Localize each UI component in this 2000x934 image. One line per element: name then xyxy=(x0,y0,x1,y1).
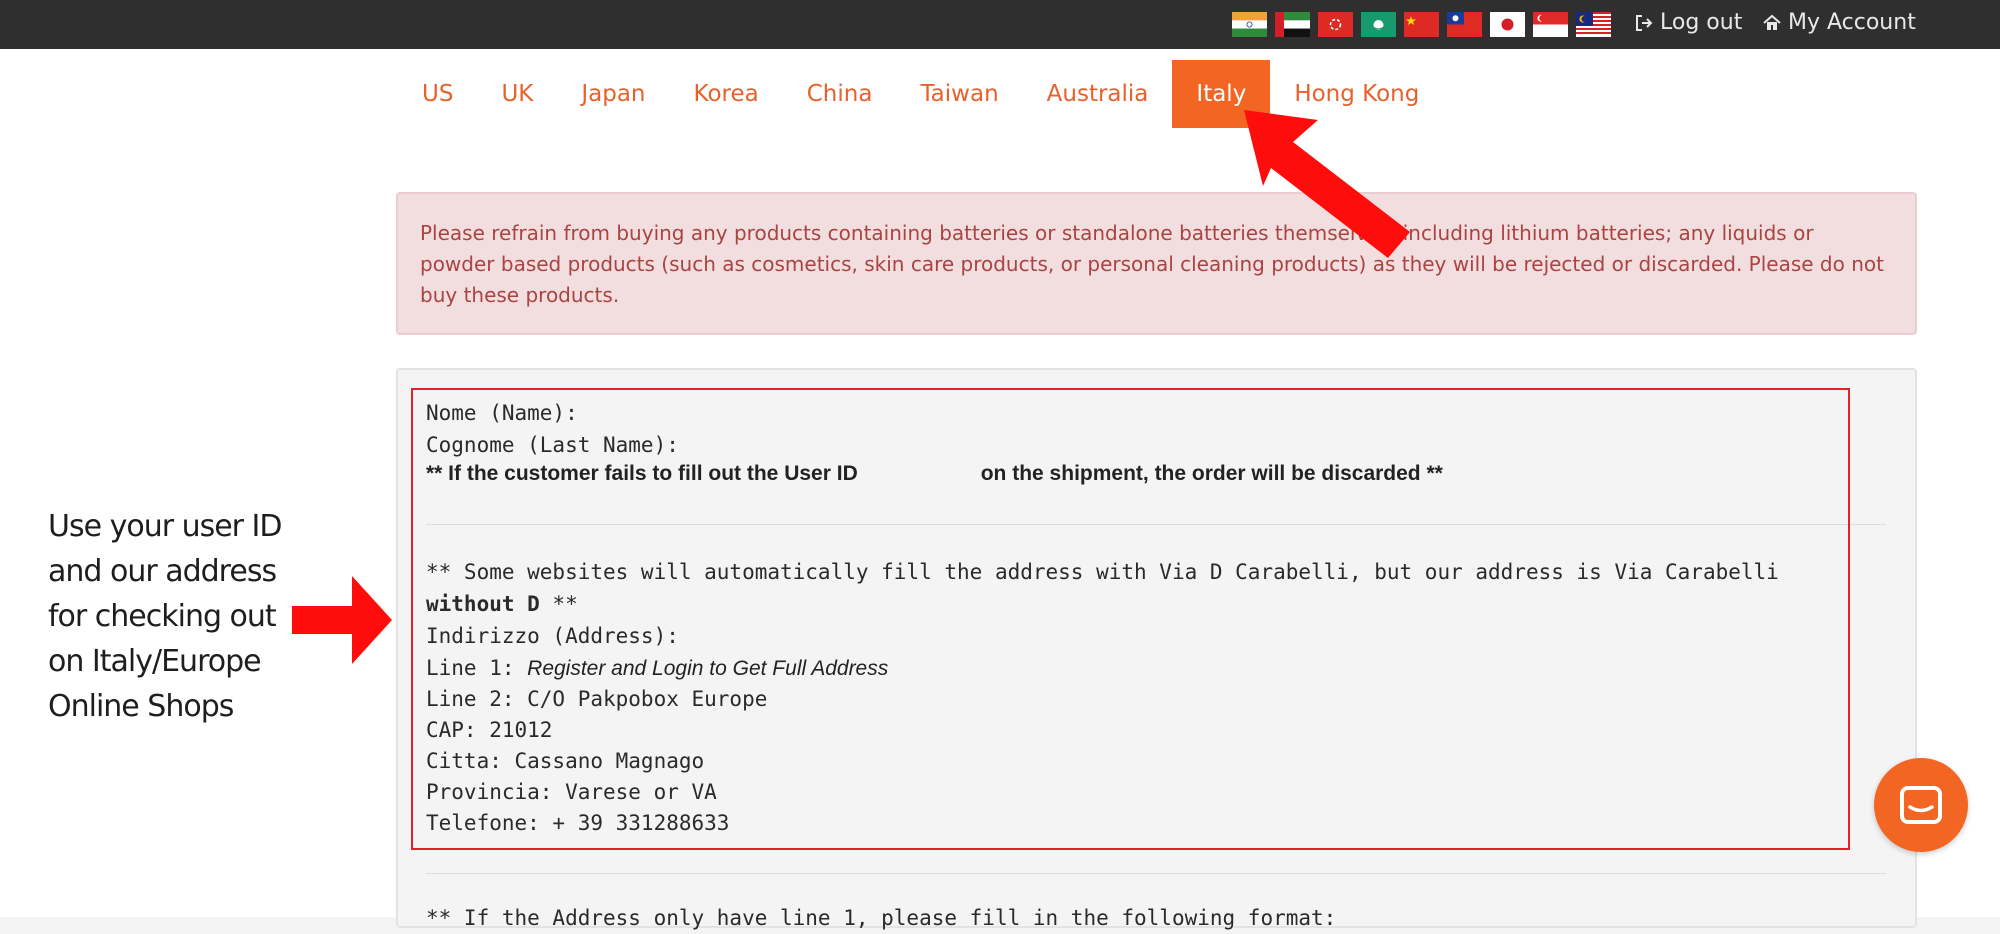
macau-flag-icon[interactable] xyxy=(1361,12,1396,37)
japan-flag-icon[interactable] xyxy=(1490,12,1525,37)
chat-button[interactable] xyxy=(1874,758,1968,852)
logout-link[interactable]: Log out xyxy=(1634,8,1742,38)
chat-icon xyxy=(1900,786,1942,824)
battery-warning-alert: Please refrain from buying any products … xyxy=(396,192,1917,335)
malaysia-flag-icon[interactable] xyxy=(1576,12,1611,37)
tab-china[interactable]: China xyxy=(783,60,897,128)
tab-taiwan[interactable]: Taiwan xyxy=(896,60,1022,128)
country-flags xyxy=(1232,12,1611,37)
tab-hong-kong[interactable]: Hong Kong xyxy=(1270,60,1443,128)
alert-text: Please refrain from buying any products … xyxy=(420,221,1884,307)
tab-us[interactable]: US xyxy=(398,60,477,128)
tab-italy[interactable]: Italy xyxy=(1172,60,1271,128)
sign-out-icon xyxy=(1636,15,1653,31)
side-annotation: Use your user ID and our address for che… xyxy=(48,509,283,724)
tab-uk[interactable]: UK xyxy=(477,60,557,128)
india-flag-icon[interactable] xyxy=(1232,12,1267,37)
my-account-label: My Account xyxy=(1788,10,1916,35)
tab-japan[interactable]: Japan xyxy=(557,60,669,128)
uae-flag-icon[interactable] xyxy=(1275,12,1310,37)
my-account-link[interactable]: My Account xyxy=(1762,8,1916,38)
divider-bottom xyxy=(426,873,1886,874)
tab-australia[interactable]: Australia xyxy=(1023,60,1173,128)
hong-kong-flag-icon[interactable] xyxy=(1318,12,1353,37)
logout-label: Log out xyxy=(1660,10,1743,35)
home-icon xyxy=(1763,14,1781,30)
taiwan-flag-icon[interactable] xyxy=(1447,12,1482,37)
top-navigation-bar: Log out My Account xyxy=(0,0,2000,49)
single-line-address-note: ** If the Address only have line 1, plea… xyxy=(426,906,1337,930)
singapore-flag-icon[interactable] xyxy=(1533,12,1568,37)
china-flag-icon[interactable] xyxy=(1404,12,1439,37)
country-tabs: US UK Japan Korea China Taiwan Australia… xyxy=(398,60,1443,128)
tab-korea[interactable]: Korea xyxy=(670,60,783,128)
highlight-box xyxy=(411,388,1850,850)
